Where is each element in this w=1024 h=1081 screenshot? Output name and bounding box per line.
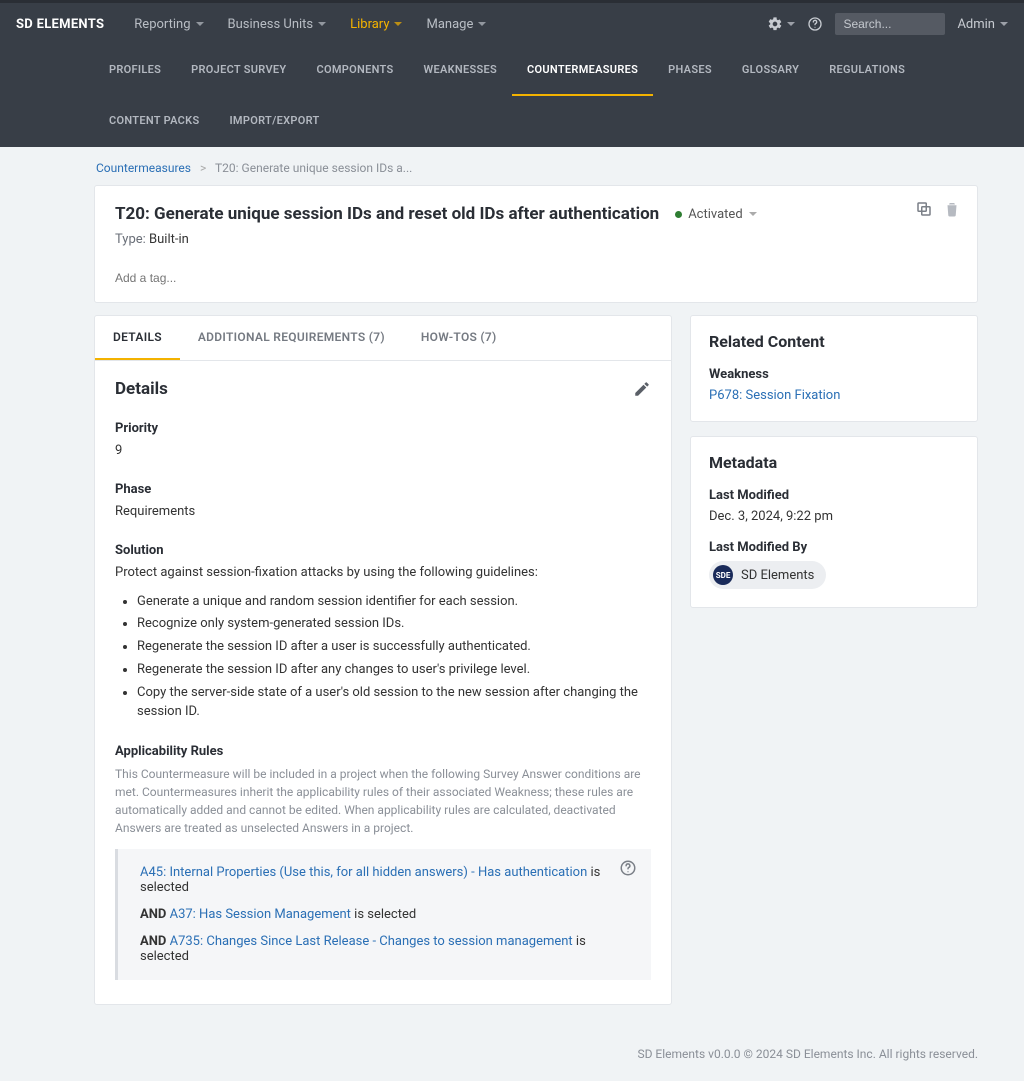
applicability-rule: AND A37: Has Session Management is selec… [140, 901, 637, 928]
last-modified-by-value: SD Elements [741, 568, 814, 583]
copy-icon[interactable] [915, 200, 933, 218]
last-modified-value: Dec. 3, 2024, 9:22 pm [709, 509, 959, 524]
settings-menu[interactable] [767, 16, 795, 32]
topbar: SD ELEMENTS ReportingBusiness UnitsLibra… [0, 0, 1024, 147]
subnav-item[interactable]: COUNTERMEASURES [512, 45, 653, 96]
user-chip: SDE SD Elements [709, 561, 826, 589]
tab[interactable]: ADDITIONAL REQUIREMENTS (7) [180, 316, 403, 360]
admin-menu[interactable]: Admin [957, 17, 1008, 32]
applicability-label: Applicability Rules [115, 744, 651, 759]
priority-label: Priority [115, 421, 651, 436]
gear-icon [767, 16, 783, 32]
weakness-link[interactable]: P678: Session Fixation [709, 388, 840, 403]
solution-list: Generate a unique and random session ide… [115, 593, 651, 722]
countermeasure-header-card: T20: Generate unique session IDs and res… [94, 185, 978, 303]
subnav-item[interactable]: REGULATIONS [814, 45, 920, 96]
main-nav-item[interactable]: Manage [416, 11, 496, 38]
library-subnav: PROFILESPROJECT SURVEYCOMPONENTSWEAKNESS… [0, 45, 1024, 147]
applicability-rule: A45: Internal Properties (Use this, for … [140, 859, 637, 901]
list-item: Regenerate the session ID after any chan… [137, 661, 651, 680]
breadcrumb-current: T20: Generate unique session IDs a... [215, 161, 412, 175]
edit-icon[interactable] [633, 380, 651, 398]
subnav-item[interactable]: PROJECT SURVEY [176, 45, 301, 96]
related-title: Related Content [709, 332, 959, 351]
footer-text: SD Elements v0.0.0 © 2024 SD Elements In… [0, 1039, 1024, 1081]
applicability-rule: AND A735: Changes Since Last Release - C… [140, 928, 637, 970]
rule-link[interactable]: A735: Changes Since Last Release - Chang… [170, 934, 573, 949]
tab[interactable]: HOW-TOS (7) [403, 316, 515, 360]
phase-value: Requirements [115, 503, 651, 521]
subnav-item[interactable]: WEAKNESSES [409, 45, 513, 96]
breadcrumb: Countermeasures > T20: Generate unique s… [0, 147, 1024, 185]
help-icon [807, 16, 823, 32]
metadata-card: Metadata Last Modified Dec. 3, 2024, 9:2… [690, 436, 978, 608]
last-modified-by-label: Last Modified By [709, 540, 959, 555]
rule-link[interactable]: A45: Internal Properties (Use this, for … [140, 865, 587, 880]
phase-label: Phase [115, 482, 651, 497]
page-title: T20: Generate unique session IDs and res… [115, 204, 659, 224]
breadcrumb-root[interactable]: Countermeasures [96, 161, 191, 175]
subnav-item[interactable]: IMPORT/EXPORT [214, 96, 334, 147]
last-modified-label: Last Modified [709, 488, 959, 503]
list-item: Regenerate the session ID after a user i… [137, 638, 651, 657]
rule-link[interactable]: A37: Has Session Management [170, 907, 351, 922]
main-nav-item[interactable]: Reporting [124, 11, 213, 38]
detail-tabs: DETAILSADDITIONAL REQUIREMENTS (7)HOW-TO… [95, 316, 671, 361]
type-value: Built-in [149, 232, 189, 247]
main-nav: ReportingBusiness UnitsLibraryManage [124, 11, 496, 38]
subnav-item[interactable]: CONTENT PACKS [94, 96, 214, 147]
search-input[interactable] [835, 13, 945, 35]
priority-value: 9 [115, 442, 651, 460]
main-nav-item[interactable]: Library [340, 11, 412, 38]
list-item: Copy the server-side state of a user's o… [137, 684, 651, 722]
tab[interactable]: DETAILS [95, 316, 180, 360]
details-card: DETAILSADDITIONAL REQUIREMENTS (7)HOW-TO… [94, 315, 672, 1005]
app-logo: SD ELEMENTS [16, 17, 104, 32]
details-heading: Details [115, 379, 168, 399]
main-nav-item[interactable]: Business Units [218, 11, 337, 38]
status-dot-icon [675, 211, 682, 218]
delete-icon[interactable] [943, 200, 961, 218]
list-item: Generate a unique and random session ide… [137, 593, 651, 612]
list-item: Recognize only system-generated session … [137, 615, 651, 634]
applicability-rules-box: A45: Internal Properties (Use this, for … [115, 849, 651, 980]
applicability-help: This Countermeasure will be included in … [115, 765, 651, 837]
related-content-card: Related Content Weakness P678: Session F… [690, 315, 978, 422]
subnav-item[interactable]: GLOSSARY [727, 45, 814, 96]
tag-input[interactable] [115, 271, 957, 285]
solution-label: Solution [115, 543, 651, 558]
help-icon[interactable] [619, 859, 637, 877]
status-dropdown[interactable]: Activated [675, 207, 756, 222]
type-label: Type: [115, 232, 146, 247]
help-button[interactable] [807, 16, 823, 32]
subnav-item[interactable]: COMPONENTS [301, 45, 408, 96]
avatar: SDE [713, 565, 733, 585]
weakness-label: Weakness [709, 367, 959, 382]
metadata-title: Metadata [709, 453, 959, 472]
subnav-item[interactable]: PROFILES [94, 45, 176, 96]
solution-intro: Protect against session-fixation attacks… [115, 564, 651, 582]
subnav-item[interactable]: PHASES [653, 45, 727, 96]
